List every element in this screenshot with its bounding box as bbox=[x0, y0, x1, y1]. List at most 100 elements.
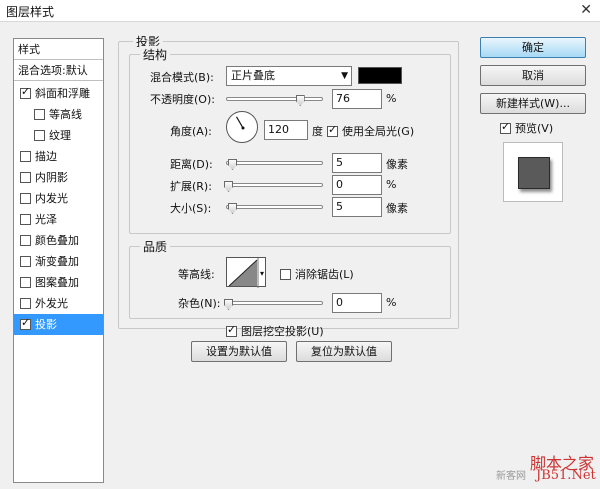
style-item-label: 外发光 bbox=[35, 297, 68, 310]
spread-slider-handle[interactable] bbox=[224, 181, 233, 192]
structure-title: 结构 bbox=[140, 46, 171, 63]
contour-picker[interactable]: ▾ bbox=[226, 257, 266, 288]
spread-unit: % bbox=[386, 178, 397, 191]
noise-slider-track[interactable] bbox=[226, 301, 323, 305]
global-light-label: 使用全局光(G) bbox=[342, 125, 415, 138]
style-item-label: 斜面和浮雕 bbox=[35, 87, 90, 100]
noise-unit: % bbox=[386, 296, 397, 309]
contour-label: 等高线: bbox=[178, 268, 215, 281]
distance-slider-handle[interactable] bbox=[228, 159, 237, 170]
opacity-input[interactable]: 76 bbox=[332, 89, 382, 109]
new-style-button[interactable]: 新建样式(W)... bbox=[480, 93, 586, 114]
angle-unit: 度 bbox=[312, 125, 323, 138]
style-item-label: 图案叠加 bbox=[35, 276, 79, 289]
distance-label: 距离(D): bbox=[170, 158, 213, 171]
style-item-checkbox[interactable] bbox=[20, 85, 31, 99]
global-light-toggle[interactable]: 使用全局光(G) bbox=[327, 123, 414, 139]
style-item[interactable]: 投影 bbox=[14, 314, 103, 335]
angle-input[interactable]: 120 bbox=[264, 120, 308, 140]
preview-thumbnail bbox=[518, 157, 550, 189]
spread-input[interactable]: 0 bbox=[332, 175, 382, 195]
size-slider-track[interactable] bbox=[226, 205, 323, 209]
preview-label: 预览(V) bbox=[515, 122, 554, 135]
style-item[interactable]: 颜色叠加 bbox=[14, 230, 103, 251]
style-item-checkbox[interactable] bbox=[20, 297, 31, 309]
svg-text:▾: ▾ bbox=[260, 269, 264, 278]
preview-toggle[interactable]: 预览(V) bbox=[500, 120, 553, 136]
shadow-color-swatch[interactable] bbox=[358, 67, 402, 84]
close-icon[interactable]: ✕ bbox=[580, 2, 592, 18]
opacity-label: 不透明度(O): bbox=[150, 93, 215, 106]
spread-slider-track[interactable] bbox=[226, 183, 323, 187]
style-item-label: 投影 bbox=[35, 318, 57, 331]
size-slider-handle[interactable] bbox=[228, 203, 237, 214]
set-default-button[interactable]: 设置为默认值 bbox=[191, 341, 287, 362]
style-item-label: 内发光 bbox=[35, 192, 68, 205]
opacity-slider-track[interactable] bbox=[226, 97, 323, 101]
distance-slider-track[interactable] bbox=[226, 161, 323, 165]
opacity-unit: % bbox=[386, 92, 397, 105]
style-item[interactable]: 渐变叠加 bbox=[14, 251, 103, 272]
blend-options-item[interactable]: 混合选项:默认 bbox=[14, 60, 103, 81]
title-bar: 图层样式 ✕ bbox=[0, 0, 600, 22]
style-list: 样式 混合选项:默认 斜面和浮雕等高线纹理描边内阴影内发光光泽颜色叠加渐变叠加图… bbox=[13, 38, 104, 483]
style-item-label: 渐变叠加 bbox=[35, 255, 79, 268]
style-item-checkbox[interactable] bbox=[20, 171, 31, 183]
distance-input[interactable]: 5 bbox=[332, 153, 382, 173]
style-item-checkbox[interactable] bbox=[20, 192, 31, 204]
style-preview bbox=[503, 142, 563, 202]
reset-default-button[interactable]: 复位为默认值 bbox=[296, 341, 392, 362]
style-item[interactable]: 等高线 bbox=[14, 104, 103, 125]
style-item-label: 内阴影 bbox=[35, 171, 68, 184]
noise-label: 杂色(N): bbox=[178, 297, 221, 310]
quality-group: 品质 等高线: ▾ 消除锯齿(L) 杂色(N): 0 % bbox=[129, 238, 451, 319]
ok-button[interactable]: 确定 bbox=[480, 37, 586, 58]
size-input[interactable]: 5 bbox=[332, 197, 382, 217]
style-item-label: 光泽 bbox=[35, 213, 57, 226]
preview-checkbox[interactable] bbox=[500, 120, 511, 134]
knockout-label: 图层挖空投影(U) bbox=[241, 325, 324, 338]
noise-slider-handle[interactable] bbox=[224, 299, 233, 310]
noise-input[interactable]: 0 bbox=[332, 293, 382, 313]
style-item[interactable]: 内发光 bbox=[14, 188, 103, 209]
watermark-brand-en: JB51.Net bbox=[536, 468, 596, 483]
style-item[interactable]: 内阴影 bbox=[14, 167, 103, 188]
blend-mode-value: 正片叠底 bbox=[231, 69, 275, 82]
blend-mode-select[interactable]: 正片叠底 ▼ bbox=[226, 66, 352, 86]
quality-title: 品质 bbox=[140, 238, 171, 255]
style-item[interactable]: 外发光 bbox=[14, 293, 103, 314]
knockout-toggle[interactable]: 图层挖空投影(U) bbox=[226, 323, 324, 339]
style-item-checkbox[interactable] bbox=[20, 150, 31, 162]
style-item[interactable]: 纹理 bbox=[14, 125, 103, 146]
angle-label: 角度(A): bbox=[170, 125, 212, 138]
style-list-header[interactable]: 样式 bbox=[14, 39, 103, 60]
drop-shadow-group: 投影 结构 混合模式(B): 正片叠底 ▼ 不透明度(O): 76 % 角度(A… bbox=[118, 33, 459, 329]
style-item-label: 描边 bbox=[35, 150, 57, 163]
angle-dial[interactable] bbox=[226, 111, 258, 143]
style-item-label: 纹理 bbox=[49, 129, 71, 142]
contour-linear-icon: ▾ bbox=[228, 258, 264, 288]
size-unit: 像素 bbox=[386, 202, 408, 215]
knockout-checkbox[interactable] bbox=[226, 323, 237, 337]
blend-mode-label: 混合模式(B): bbox=[150, 71, 214, 84]
style-item-checkbox[interactable] bbox=[20, 316, 31, 330]
style-item-checkbox[interactable] bbox=[34, 129, 45, 141]
style-item-checkbox[interactable] bbox=[20, 276, 31, 288]
global-light-checkbox[interactable] bbox=[327, 123, 338, 137]
watermark-site: 新客网 bbox=[496, 471, 526, 482]
style-item[interactable]: 斜面和浮雕 bbox=[14, 83, 103, 104]
distance-unit: 像素 bbox=[386, 158, 408, 171]
style-item[interactable]: 图案叠加 bbox=[14, 272, 103, 293]
anti-alias-checkbox[interactable] bbox=[280, 268, 291, 280]
style-item[interactable]: 描边 bbox=[14, 146, 103, 167]
style-item-checkbox[interactable] bbox=[34, 108, 45, 120]
cancel-button[interactable]: 取消 bbox=[480, 65, 586, 86]
style-item-checkbox[interactable] bbox=[20, 234, 31, 246]
structure-group: 结构 混合模式(B): 正片叠底 ▼ 不透明度(O): 76 % 角度(A): … bbox=[129, 46, 451, 234]
style-item-checkbox[interactable] bbox=[20, 213, 31, 225]
anti-alias-toggle[interactable]: 消除锯齿(L) bbox=[280, 266, 354, 282]
style-item[interactable]: 光泽 bbox=[14, 209, 103, 230]
style-item-label: 等高线 bbox=[49, 108, 82, 121]
style-item-checkbox[interactable] bbox=[20, 255, 31, 267]
opacity-slider-handle[interactable] bbox=[295, 95, 305, 106]
